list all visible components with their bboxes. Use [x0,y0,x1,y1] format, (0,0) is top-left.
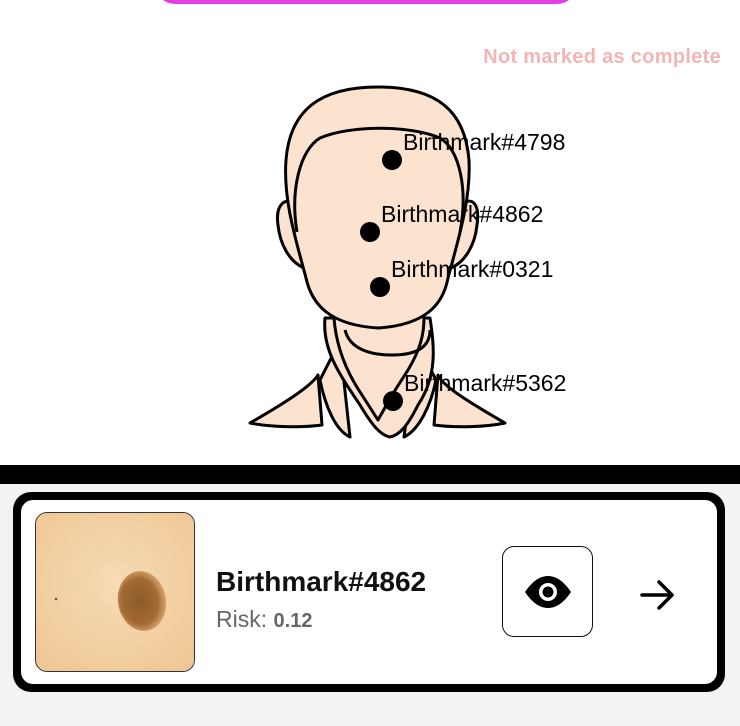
birthmark-photo-image [36,513,194,671]
risk-value: 0.12 [273,610,313,632]
birthmark-card[interactable]: Birthmark#4862 Risk: 0.12 [13,492,725,692]
body-map: Birthmark#4798 Birthmark#4862 Birthmark#… [0,0,740,465]
view-button[interactable] [502,546,593,637]
birthmark-label[interactable]: Birthmark#5362 [404,372,566,395]
head-neck-figure [248,85,507,439]
birthmark-dot-5362[interactable] [383,391,403,411]
birthmark-dot-4798[interactable] [382,150,402,170]
eye-icon [524,575,571,608]
birthmark-label[interactable]: Birthmark#0321 [391,258,553,281]
birthmark-label[interactable]: Birthmark#4862 [381,203,543,226]
risk-row: Risk: 0.12 [216,606,312,633]
risk-label: Risk: [216,606,268,632]
birthmark-card-body: Birthmark#4862 Risk: 0.12 [21,500,717,684]
next-button[interactable] [633,570,683,620]
birthmark-dot-4862[interactable] [360,222,380,242]
birthmark-photo [35,512,195,672]
section-divider [0,465,740,484]
arrow-right-icon [640,580,674,610]
birthmark-label[interactable]: Birthmark#4798 [403,131,565,154]
birthmark-dot-0321[interactable] [370,277,390,297]
birthmark-title: Birthmark#4862 [216,566,427,597]
